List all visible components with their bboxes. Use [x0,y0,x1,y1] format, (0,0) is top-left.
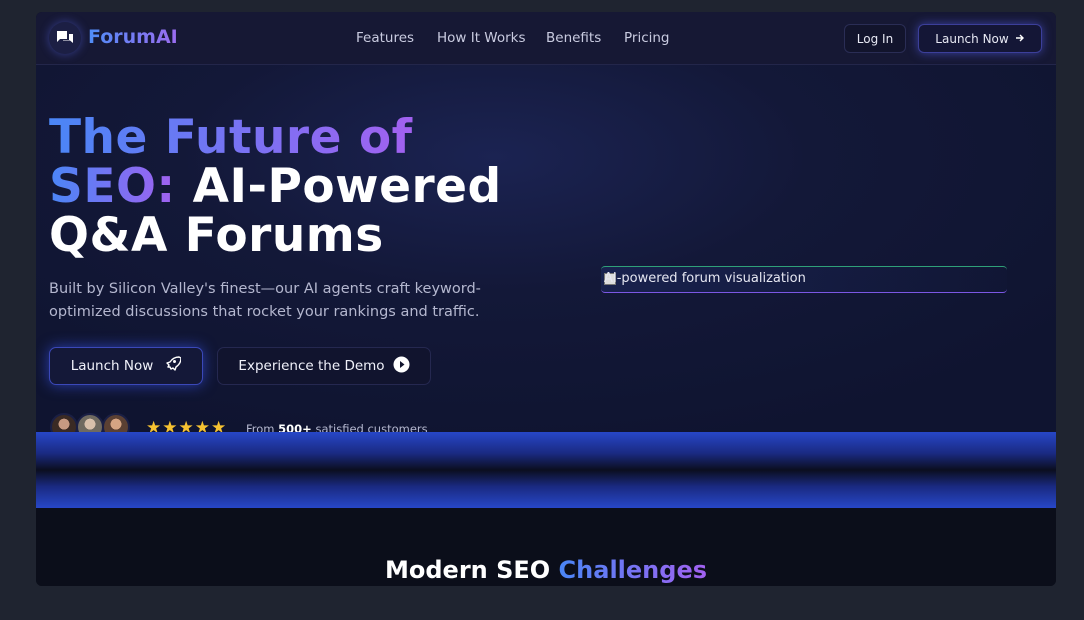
arrow-right-icon [1015,32,1025,46]
hero-title-seo: SEO: [49,159,176,214]
play-circle-icon [393,356,410,377]
customers-count-text: From 500+ satisfied customers [246,422,428,432]
launch-now-nav-button[interactable]: Launch Now [918,24,1042,53]
launch-now-nav-label: Launch Now [935,31,1009,46]
hero-title: The Future of SEO: AI-Powered Q&A Forums [49,113,502,260]
login-button[interactable]: Log In [844,24,906,53]
challenges-section: Modern SEO Challenges [36,508,1056,586]
hero-title-line3: Q&A Forums [49,208,384,263]
hero-subtitle: Built by Silicon Valley's finest—our AI … [49,281,481,320]
customer-avatars [50,413,140,432]
hero-launch-now-label: Launch Now [70,358,154,374]
section-title-plain: Modern SEO [385,556,559,584]
hero-title-ai-powered: AI-Powered [175,159,502,214]
nav-link-features[interactable]: Features [356,30,414,46]
avatar [50,413,78,432]
customers-count: 500+ [278,422,312,432]
login-button-label: Log In [856,31,894,46]
decorative-gradient-band [36,432,1056,508]
chat-bubbles-icon [57,31,73,43]
avatar [102,413,130,432]
nav-link-pricing[interactable]: Pricing [624,30,670,46]
image-alt-text: AI-powered forum visualization [604,271,806,286]
logo-icon[interactable] [49,22,81,54]
section-title: Modern SEO Challenges [36,556,1056,584]
hero-launch-now-button[interactable]: Launch Now [49,347,203,385]
top-navbar: ForumAI Features How It Works Benefits P… [36,12,1056,65]
rocket-icon [163,355,182,377]
page-frame: ForumAI Features How It Works Benefits P… [36,12,1056,586]
experience-demo-label: Experience the Demo [238,358,385,374]
rating-stars-icon: ★★★★★ [146,418,228,432]
hero-section: The Future of SEO: AI-Powered Q&A Forums… [36,65,1056,432]
nav-link-how-it-works[interactable]: How It Works [437,30,526,46]
forum-visualization-image: AI-powered forum visualization [601,266,1007,293]
experience-demo-button[interactable]: Experience the Demo [217,347,431,385]
hero-title-line1: The Future of [49,110,413,165]
nav-link-benefits[interactable]: Benefits [546,30,601,46]
avatar [76,413,104,432]
brand-name[interactable]: ForumAI [88,26,178,48]
section-title-highlight: Challenges [558,556,707,584]
